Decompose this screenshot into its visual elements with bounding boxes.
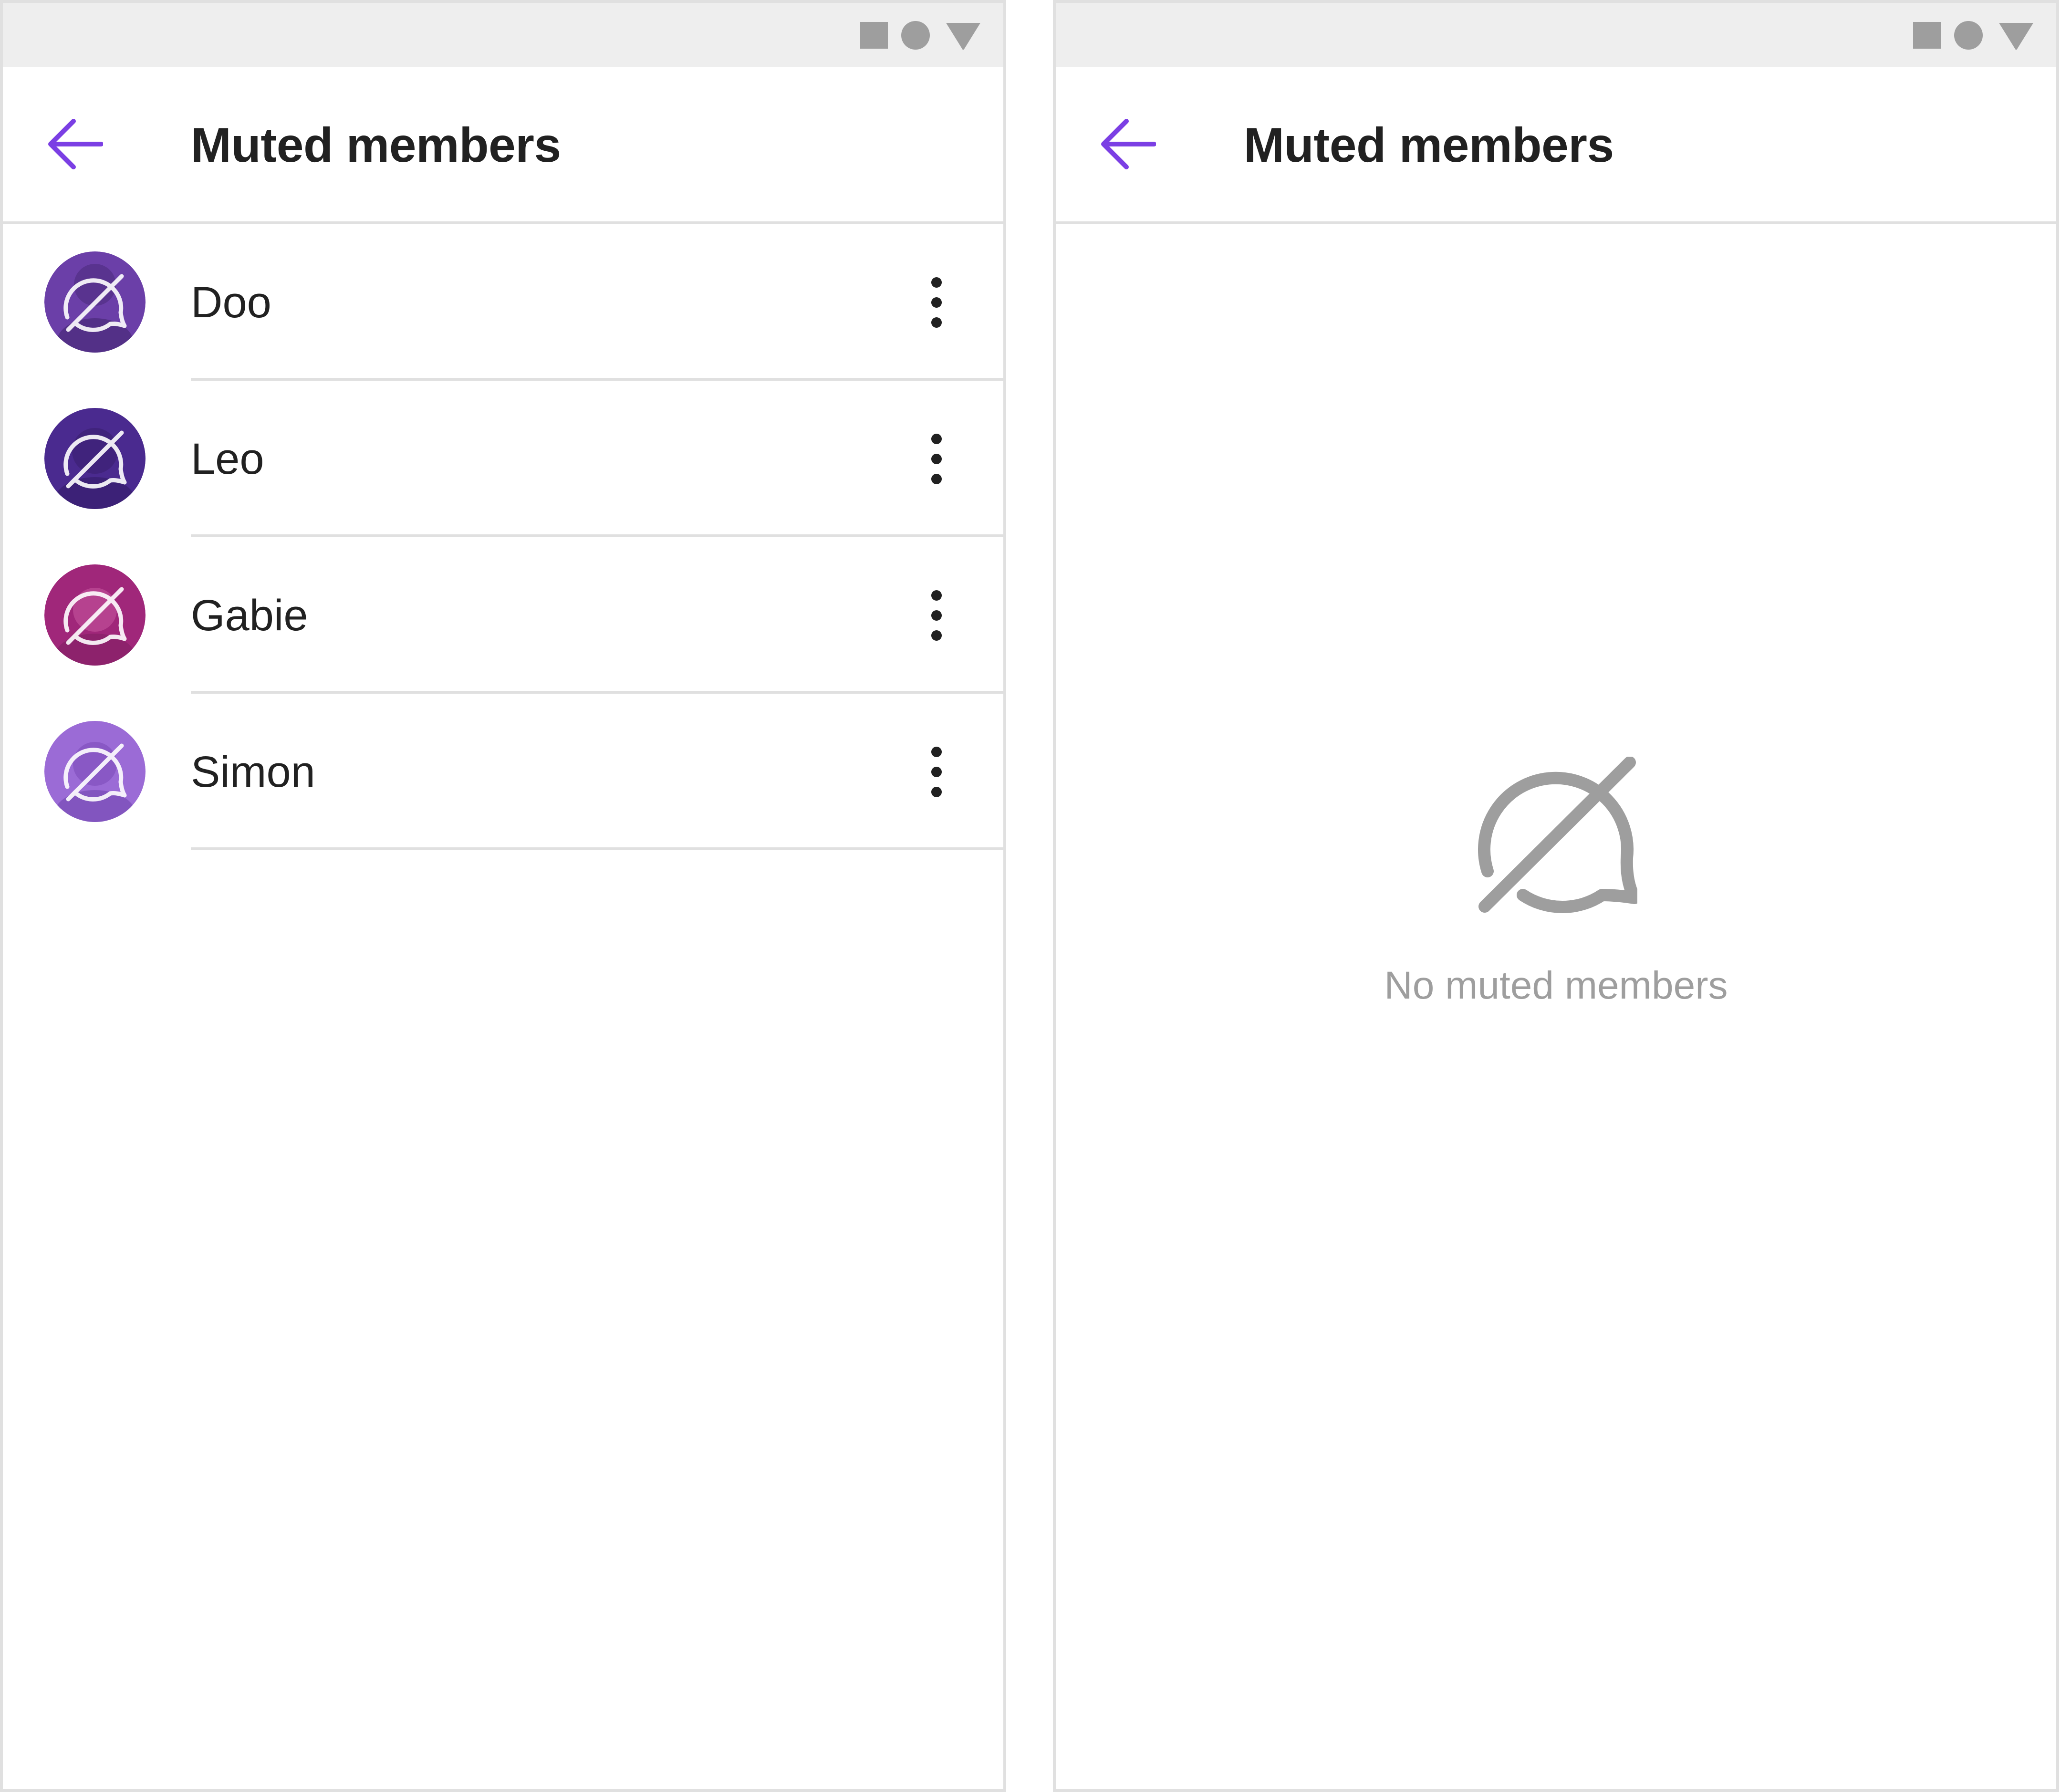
muted-members-screen: Muted members Doo Leo Gabie Simon: [0, 0, 1006, 1792]
empty-state: No muted members: [1056, 757, 2056, 1010]
more-options-button[interactable]: [922, 430, 951, 488]
member-row-gabie[interactable]: Gabie: [3, 537, 1003, 694]
empty-state-text: No muted members: [1384, 964, 1728, 1007]
avatar: [44, 408, 146, 509]
back-button[interactable]: [1099, 115, 1156, 173]
status-icons: [851, 21, 984, 50]
circle-icon: [1954, 21, 1983, 50]
status-bar: [1056, 3, 2056, 67]
more-options-button[interactable]: [922, 587, 951, 644]
triangle-icon: [1999, 23, 2033, 50]
avatar: [44, 721, 146, 822]
page-title: Muted members: [191, 118, 561, 172]
status-bar: [3, 3, 1003, 67]
arrow-left-icon: [48, 119, 104, 169]
muted-members-list: Doo Leo Gabie Simon: [3, 224, 1003, 850]
page-title: Muted members: [1244, 118, 1614, 172]
app-bar: Muted members: [1056, 67, 2056, 224]
status-icons: [1904, 21, 2037, 50]
back-button[interactable]: [46, 115, 104, 173]
member-name: Gabie: [191, 591, 308, 640]
member-row-simon[interactable]: Simon: [3, 694, 1003, 850]
more-vertical-icon: [931, 747, 942, 797]
more-options-button[interactable]: [922, 743, 951, 801]
triangle-icon: [946, 23, 980, 50]
square-icon: [1913, 22, 1941, 49]
more-vertical-icon: [931, 590, 942, 641]
member-name: Leo: [191, 435, 264, 483]
circle-icon: [901, 21, 930, 50]
square-icon: [860, 22, 888, 49]
member-name: Doo: [191, 278, 271, 327]
more-vertical-icon: [931, 434, 942, 484]
arrow-left-icon: [1101, 119, 1156, 169]
more-vertical-icon: [931, 277, 942, 328]
muted-chat-icon: [1478, 757, 1637, 914]
app-bar: Muted members: [3, 67, 1003, 224]
member-row-leo[interactable]: Leo: [3, 381, 1003, 537]
member-name: Simon: [191, 748, 315, 796]
muted-members-empty-screen: Muted members No muted members: [1053, 0, 2059, 1792]
divider: [191, 847, 1003, 850]
avatar: [44, 251, 146, 353]
member-row-doo[interactable]: Doo: [3, 224, 1003, 381]
avatar: [44, 564, 146, 666]
more-options-button[interactable]: [922, 274, 951, 331]
